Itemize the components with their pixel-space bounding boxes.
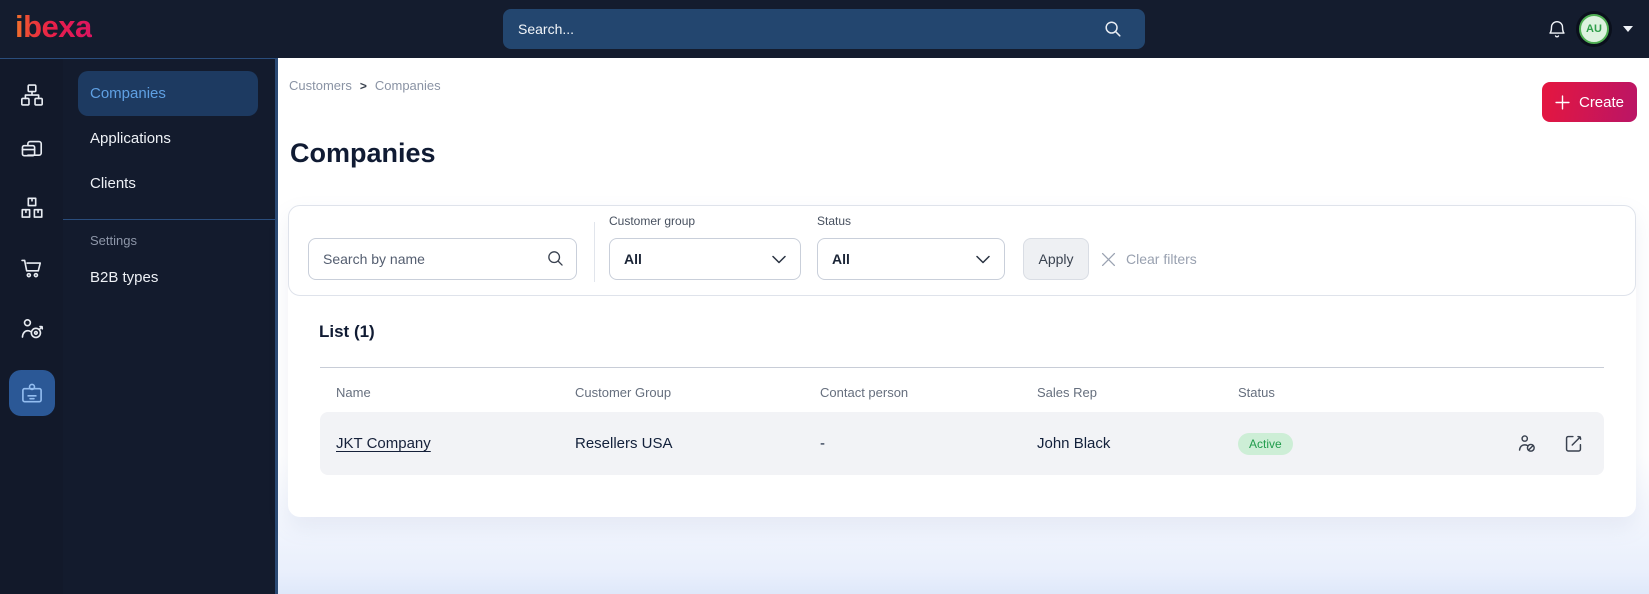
commerce-cart-icon — [19, 255, 45, 281]
clear-x-icon — [1101, 252, 1116, 267]
global-search-input[interactable] — [503, 9, 1145, 49]
page-title: Companies — [290, 138, 436, 168]
customer-badge-icon — [19, 380, 45, 406]
column-header-contact-person: Contact person — [820, 385, 909, 400]
breadcrumb-item-companies: Companies — [374, 78, 441, 93]
sidebar-item-applications[interactable]: Applications — [78, 116, 258, 161]
ibexa-logo[interactable]: ibexa — [15, 9, 92, 45]
breadcrumb: Customers > Companies — [289, 78, 441, 93]
clear-filters-button[interactable]: Clear filters — [1101, 238, 1197, 280]
sidebar-item-companies[interactable]: Companies — [78, 71, 258, 116]
cell-customer-group: Resellers USA — [575, 435, 673, 452]
create-button[interactable]: Create — [1542, 82, 1637, 122]
chevron-down-icon[interactable] — [1623, 26, 1633, 32]
cell-name: JKT Company — [336, 435, 575, 452]
breadcrumb-separator: > — [359, 78, 367, 93]
search-icon[interactable] — [1103, 19, 1123, 39]
content-tree-icon — [19, 82, 45, 108]
rail-item-customer-portal[interactable] — [8, 370, 55, 416]
notifications-bell-icon[interactable] — [1546, 18, 1568, 40]
apply-button[interactable]: Apply — [1023, 238, 1089, 280]
search-icon[interactable] — [546, 249, 565, 268]
column-header-sales-rep: Sales Rep — [1037, 385, 1097, 400]
status-select[interactable]: All — [817, 238, 1005, 280]
personalization-target-icon — [19, 316, 45, 342]
clear-filters-label: Clear filters — [1126, 251, 1197, 267]
cell-contact-person: - — [820, 435, 825, 452]
customer-group-label: Customer group — [609, 214, 696, 228]
status-badge: Active — [1238, 432, 1293, 455]
rail-item-personalization[interactable] — [9, 306, 55, 352]
customer-group-select[interactable]: All — [609, 238, 801, 280]
list-title: List (1) — [319, 322, 375, 341]
cell-sales-rep: John Black — [1037, 435, 1111, 452]
sidebar-section-settings: Settings — [90, 233, 137, 248]
cell-status: Active — [1238, 432, 1472, 455]
list-top-rule — [320, 367, 1604, 368]
status-label: Status — [817, 214, 852, 228]
rail-item-pages[interactable] — [9, 127, 55, 173]
breadcrumb-item-customers[interactable]: Customers — [289, 78, 352, 93]
filter-search-input[interactable] — [308, 238, 577, 280]
sidebar-item-clients[interactable]: Clients — [78, 161, 258, 206]
edit-icon — [1563, 433, 1584, 454]
filter-search — [308, 238, 577, 280]
column-header-status: Status — [1238, 385, 1275, 400]
chevron-down-icon — [772, 255, 786, 264]
deactivate-user-button[interactable] — [1516, 433, 1537, 454]
content-card: Customer group All Status All — [288, 205, 1636, 517]
topbar: ibexa AU — [0, 0, 1649, 58]
icon-rail — [0, 58, 63, 594]
cell-actions — [1472, 433, 1584, 454]
pages-icon — [19, 137, 45, 163]
plus-icon — [1555, 94, 1570, 110]
customer-group-value: All — [624, 251, 642, 267]
column-header-name: Name — [336, 385, 371, 400]
status-value: All — [832, 251, 850, 267]
sidebar: Companies Applications Clients Settings … — [63, 58, 278, 594]
topbar-right: AU — [1546, 0, 1633, 58]
app-root: ibexa AU — [0, 0, 1649, 594]
rail-item-content-tree[interactable] — [9, 72, 55, 118]
user-block-icon — [1516, 433, 1537, 454]
table-row[interactable]: JKT Company Resellers USA - John Black A… — [320, 412, 1604, 475]
sidebar-item-b2b-types[interactable]: B2B types — [78, 255, 258, 300]
edit-button[interactable] — [1563, 433, 1584, 454]
filter-divider — [594, 222, 595, 282]
rail-item-product-catalog[interactable] — [9, 185, 55, 231]
rail-item-commerce[interactable] — [9, 245, 55, 291]
chevron-down-icon — [976, 255, 990, 264]
create-button-label: Create — [1578, 93, 1625, 111]
column-header-customer-group: Customer Group — [575, 385, 672, 400]
filter-bar: Customer group All Status All — [288, 205, 1636, 296]
table-header: Name Customer Group Contact person Sales… — [320, 385, 1604, 400]
global-search — [503, 9, 1145, 49]
company-name-link[interactable]: JKT Company — [336, 435, 431, 452]
product-catalog-icon — [19, 195, 45, 221]
user-avatar[interactable]: AU — [1579, 14, 1609, 44]
main-content: Customers > Companies Create Companies S… — [278, 58, 1649, 594]
